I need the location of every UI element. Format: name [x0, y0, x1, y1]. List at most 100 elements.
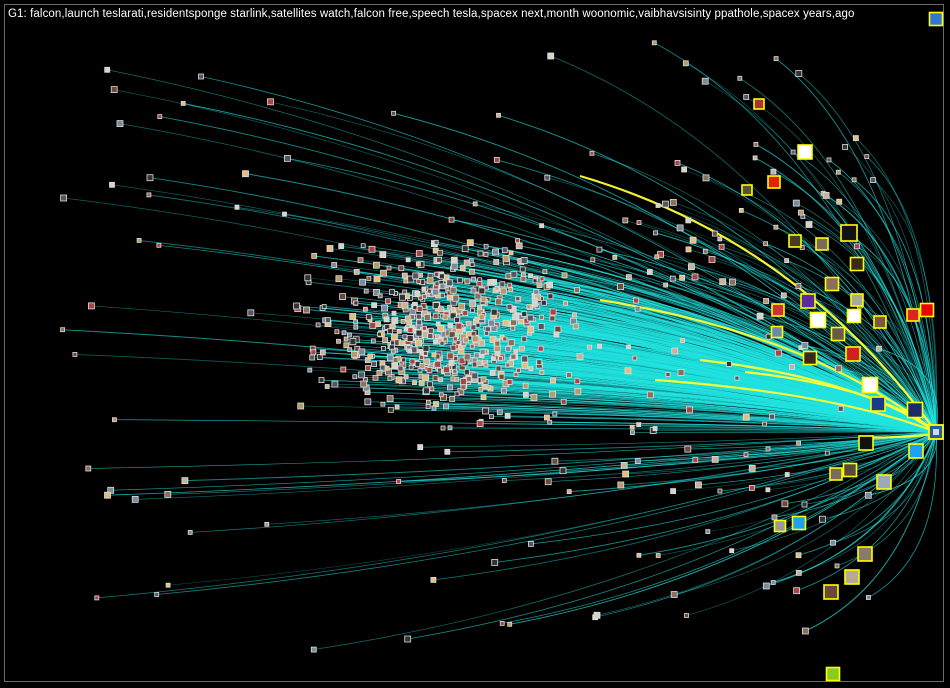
node[interactable]	[632, 355, 638, 361]
node[interactable]	[502, 336, 508, 342]
node[interactable]	[386, 395, 394, 403]
node[interactable]	[626, 274, 632, 281]
node[interactable]	[403, 278, 409, 284]
node[interactable]	[495, 298, 502, 306]
node[interactable]	[726, 360, 732, 367]
node[interactable]	[822, 191, 830, 199]
node[interactable]	[520, 275, 527, 282]
node[interactable]	[116, 120, 124, 127]
hub-neighbor-node[interactable]	[815, 237, 829, 251]
node[interactable]	[563, 300, 568, 306]
node[interactable]	[526, 304, 532, 310]
node[interactable]	[499, 281, 506, 288]
node[interactable]	[453, 356, 459, 362]
node[interactable]	[574, 286, 580, 293]
node[interactable]	[426, 277, 434, 285]
node[interactable]	[480, 296, 487, 303]
node[interactable]	[519, 266, 526, 273]
node[interactable]	[560, 398, 567, 405]
node[interactable]	[500, 387, 507, 394]
node[interactable]	[734, 375, 740, 381]
node[interactable]	[394, 404, 400, 410]
node[interactable]	[496, 409, 503, 416]
node[interactable]	[679, 274, 685, 281]
node[interactable]	[762, 421, 767, 427]
node[interactable]	[391, 362, 399, 370]
hub-neighbor-node[interactable]	[919, 302, 935, 318]
node[interactable]	[408, 364, 414, 370]
node[interactable]	[421, 325, 427, 331]
node[interactable]	[646, 269, 653, 275]
node[interactable]	[447, 425, 453, 431]
node[interactable]	[366, 276, 372, 281]
node[interactable]	[546, 281, 553, 289]
node[interactable]	[396, 479, 402, 484]
node[interactable]	[427, 333, 434, 339]
node[interactable]	[364, 398, 372, 406]
node[interactable]	[462, 310, 469, 317]
node[interactable]	[421, 286, 427, 292]
node[interactable]	[85, 465, 92, 472]
node[interactable]	[375, 321, 381, 328]
node[interactable]	[576, 353, 584, 361]
node[interactable]	[574, 378, 581, 385]
node[interactable]	[398, 293, 406, 301]
node[interactable]	[419, 355, 425, 361]
node[interactable]	[537, 345, 544, 352]
node[interactable]	[544, 478, 552, 486]
node[interactable]	[770, 168, 777, 175]
node[interactable]	[795, 283, 802, 289]
node[interactable]	[547, 419, 553, 425]
hub-neighbor-node[interactable]	[753, 98, 765, 110]
node[interactable]	[398, 340, 405, 347]
node[interactable]	[853, 135, 859, 142]
node[interactable]	[500, 287, 507, 295]
node[interactable]	[459, 378, 467, 386]
node[interactable]	[264, 521, 270, 527]
node[interactable]	[353, 319, 359, 325]
node[interactable]	[382, 337, 389, 344]
node[interactable]	[433, 401, 439, 407]
node[interactable]	[334, 329, 340, 335]
node[interactable]	[391, 110, 397, 116]
node[interactable]	[717, 488, 723, 494]
node[interactable]	[547, 52, 555, 60]
node[interactable]	[419, 363, 426, 370]
node[interactable]	[763, 298, 769, 304]
node[interactable]	[470, 287, 477, 294]
node[interactable]	[480, 376, 487, 383]
node[interactable]	[434, 271, 440, 277]
node[interactable]	[636, 422, 642, 428]
node[interactable]	[572, 312, 577, 318]
node[interactable]	[771, 514, 778, 521]
node[interactable]	[835, 365, 842, 373]
node[interactable]	[381, 304, 389, 312]
node[interactable]	[762, 582, 770, 590]
node[interactable]	[461, 245, 469, 253]
node[interactable]	[452, 294, 460, 302]
node[interactable]	[587, 344, 592, 350]
node[interactable]	[553, 331, 560, 338]
node[interactable]	[669, 198, 677, 206]
node[interactable]	[405, 257, 411, 263]
node[interactable]	[702, 248, 708, 254]
node[interactable]	[367, 353, 374, 360]
node[interactable]	[520, 257, 528, 264]
node[interactable]	[415, 250, 423, 257]
node[interactable]	[597, 343, 602, 349]
node[interactable]	[434, 360, 442, 368]
node[interactable]	[479, 348, 486, 355]
node[interactable]	[422, 293, 427, 299]
node[interactable]	[415, 329, 423, 337]
node[interactable]	[547, 293, 554, 300]
node[interactable]	[802, 627, 809, 635]
node[interactable]	[671, 347, 679, 355]
node[interactable]	[422, 374, 430, 382]
node[interactable]	[391, 333, 398, 341]
node[interactable]	[502, 254, 510, 262]
hub-neighbor-node[interactable]	[809, 311, 827, 329]
node[interactable]	[531, 297, 538, 304]
node[interactable]	[711, 455, 719, 463]
node[interactable]	[795, 70, 803, 77]
node[interactable]	[589, 150, 595, 156]
